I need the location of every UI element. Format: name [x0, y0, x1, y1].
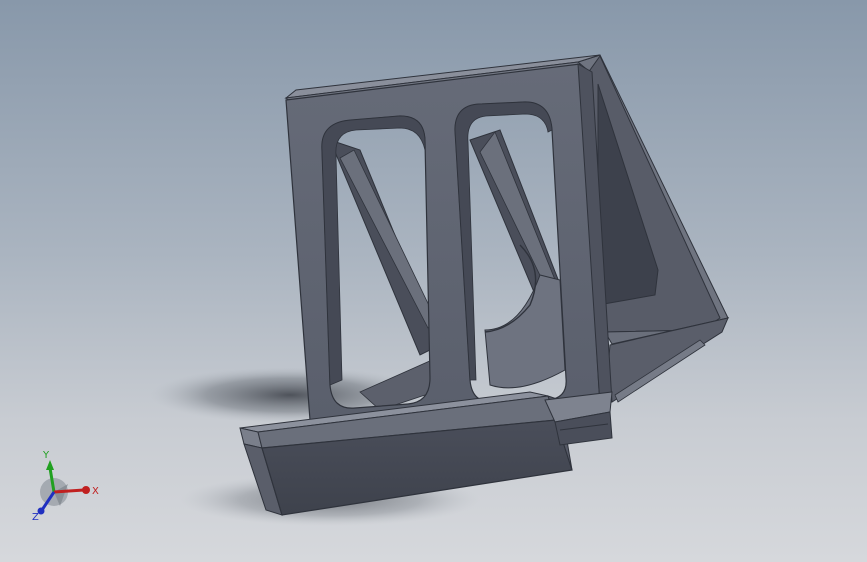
triad-y-label: Y [42, 450, 50, 461]
triad-x-label: X [92, 486, 99, 497]
view-orientation-triad[interactable]: Y X Z [30, 448, 110, 524]
triad-x-axis [53, 488, 85, 494]
phone-stand-model[interactable] [0, 0, 867, 562]
triad-z-label: Z [32, 512, 39, 523]
graphics-viewport[interactable]: Y X Z [0, 0, 867, 562]
